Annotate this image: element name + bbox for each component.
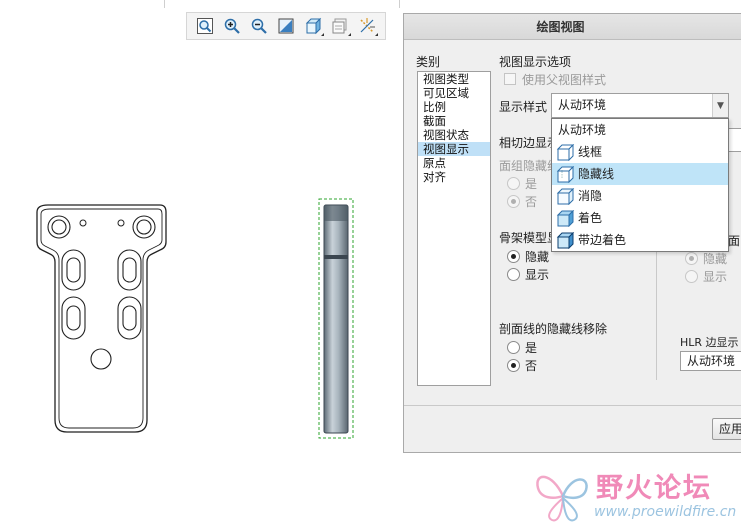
right-show-radio[interactable] — [685, 270, 698, 283]
tangent-edge-label: 相切边显示 — [499, 136, 560, 150]
hlr-combo[interactable]: 从动环境 — [680, 351, 741, 371]
face-group-no-label: 否 — [525, 195, 538, 209]
display-style-dropdown: 从动环境线框隐藏线消隐着色带边着色 — [551, 118, 729, 252]
top-strip — [0, 0, 741, 8]
category-item[interactable]: 比例 — [418, 100, 490, 114]
section-hidden-no-radio[interactable] — [507, 359, 520, 372]
use-parent-style-checkbox[interactable] — [504, 73, 516, 85]
display-style-option-label: 带边着色 — [578, 233, 627, 247]
display-style-option[interactable]: 着色 — [552, 207, 728, 229]
display-style-label: 显示样式 — [499, 100, 548, 114]
display-style-combo[interactable]: 从动环境 ▼ — [551, 93, 729, 118]
view-toolbar — [186, 12, 386, 40]
dialog-title: 绘图视图 — [404, 14, 741, 40]
part-front-view — [36, 204, 167, 433]
category-item[interactable]: 视图状态 — [418, 128, 490, 142]
bottom-divider — [404, 405, 741, 406]
zoom-window-icon — [197, 18, 213, 34]
skeleton-hide-label: 隐藏 — [525, 250, 550, 264]
right-group-label: 面 — [728, 234, 741, 248]
saved-views-button[interactable] — [328, 15, 352, 37]
drawing-view-dialog: 绘图视图 类别 视图类型 可见区域 比例 截面 视图状态 视图显示 原点 对齐 视图显示选项 … — [403, 13, 741, 453]
refit-button[interactable] — [274, 15, 298, 37]
display-style-button[interactable] — [301, 15, 325, 37]
section-hidden-yes-radio[interactable] — [507, 341, 520, 354]
face-group-label: 面组隐藏线 — [499, 159, 560, 173]
skeleton-show-radio[interactable] — [507, 268, 520, 281]
category-item[interactable]: 对齐 — [418, 170, 490, 184]
forum-watermark: 野火论坛 www.proewildfire.cn — [532, 464, 737, 526]
display-style-option-label: 着色 — [578, 211, 603, 225]
datum-display-icon — [360, 18, 375, 33]
category-item[interactable]: 可见区域 — [418, 86, 490, 100]
category-label: 类别 — [416, 55, 441, 69]
face-group-yes-radio[interactable] — [507, 177, 520, 190]
dropdown-corner-icon — [375, 33, 378, 36]
column-divider — [656, 252, 657, 380]
display-style-option[interactable]: 线框 — [552, 141, 728, 163]
dropdown-corner-icon — [348, 33, 351, 36]
options-heading: 视图显示选项 — [499, 55, 572, 69]
zoom-out-button[interactable] — [247, 15, 271, 37]
display-style-option-label: 消隐 — [578, 189, 603, 203]
category-item[interactable]: 视图类型 — [418, 72, 490, 86]
display-style-value: 从动环境 — [558, 98, 607, 112]
display-style-option[interactable]: 隐藏线 — [552, 163, 728, 185]
category-item[interactable]: 原点 — [418, 156, 490, 170]
saved-views-icon — [332, 18, 347, 34]
apply-button[interactable]: 应用 — [712, 418, 741, 440]
strip-separator — [164, 0, 165, 8]
section-hidden-label: 剖面线的隐藏线移除 — [499, 322, 608, 336]
right-show-label: 显示 — [703, 270, 728, 284]
right-hide-radio[interactable] — [685, 252, 698, 265]
drawing-canvas[interactable] — [0, 44, 400, 530]
face-group-yes-label: 是 — [525, 177, 538, 191]
display-style-option[interactable]: 从动环境 — [552, 119, 728, 141]
chevron-down-icon[interactable]: ▼ — [712, 94, 728, 117]
refit-icon — [278, 18, 294, 34]
skeleton-hide-radio[interactable] — [507, 250, 520, 263]
zoom-window-button[interactable] — [193, 15, 217, 37]
zoom-out-icon — [251, 18, 267, 34]
watermark-title: 野火论坛 — [596, 473, 712, 504]
dropdown-corner-icon — [321, 33, 324, 36]
category-item[interactable]: 截面 — [418, 114, 490, 128]
skeleton-show-label: 显示 — [525, 268, 550, 282]
drawing-views — [36, 198, 354, 439]
side-view-edge — [324, 255, 348, 259]
section-hidden-yes-label: 是 — [525, 341, 538, 355]
display-style-option[interactable]: 带边着色 — [552, 229, 728, 251]
part-side-view — [323, 204, 349, 434]
datum-display-button[interactable] — [355, 15, 379, 37]
display-style-option[interactable]: 消隐 — [552, 185, 728, 207]
face-group-no-radio[interactable] — [507, 195, 520, 208]
strip-separator — [399, 0, 400, 8]
use-parent-style-label: 使用父视图样式 — [522, 73, 607, 87]
hlr-value: 从动环境 — [687, 354, 736, 368]
display-style-option-label: 隐藏线 — [578, 167, 615, 181]
category-item[interactable]: 视图显示 — [418, 142, 490, 156]
display-style-icon — [305, 17, 322, 35]
hlr-label: HLR 边显示 — [680, 336, 739, 349]
watermark-url: www.proewildfire.cn — [594, 504, 737, 520]
zoom-in-icon — [224, 18, 240, 34]
side-view-edge — [324, 205, 348, 221]
display-style-option-label: 线框 — [578, 145, 603, 159]
zoom-in-button[interactable] — [220, 15, 244, 37]
right-hide-label: 隐藏 — [703, 252, 728, 266]
display-style-option-label: 从动环境 — [558, 123, 607, 137]
section-hidden-no-label: 否 — [525, 359, 538, 373]
butterfly-logo-icon — [536, 475, 588, 522]
category-list: 视图类型 可见区域 比例 截面 视图状态 视图显示 原点 对齐 — [417, 71, 491, 386]
